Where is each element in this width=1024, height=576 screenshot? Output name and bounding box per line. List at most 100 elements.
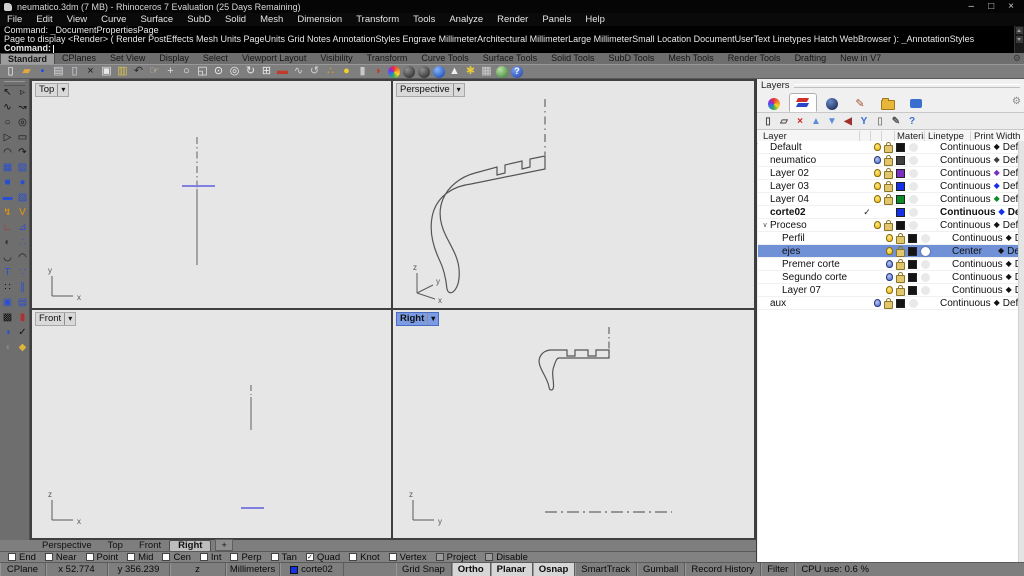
shaded-display-icon[interactable]: ▬ <box>276 65 289 78</box>
checkbox-int[interactable] <box>199 553 208 561</box>
layer-linetype[interactable]: Continuous <box>949 233 1003 244</box>
lock-icon[interactable] <box>883 297 894 309</box>
surface-corner-icon[interactable]: ▧ <box>17 162 28 173</box>
new-layer-icon[interactable]: ▯ <box>762 115 774 127</box>
material-swatch[interactable] <box>919 285 949 295</box>
ribbon-tab-cplanes[interactable]: CPlanes <box>55 53 103 64</box>
menu-surface[interactable]: Surface <box>133 13 180 26</box>
material-swatch[interactable] <box>907 207 937 217</box>
checkbox-end[interactable] <box>8 553 16 561</box>
layer-linetype[interactable]: Continuous <box>937 155 991 166</box>
viewport-tab-top[interactable]: Top <box>100 540 131 551</box>
layer-print-width[interactable]: ◆Default <box>1003 233 1019 244</box>
select-menu-icon[interactable]: ▹ <box>17 87 28 98</box>
panel-tab-paint[interactable]: ✎ <box>847 95 873 112</box>
layer-row-ejes[interactable]: ejes Center◆Default <box>758 245 1019 258</box>
ribbon-tab-new-in-v7[interactable]: New in V7 <box>833 53 888 64</box>
lock-icon[interactable] <box>883 180 894 192</box>
checkbox-point[interactable] <box>85 553 94 561</box>
add-viewport-tab-button[interactable]: + <box>215 539 233 551</box>
layer-page-icon[interactable]: ▯ <box>874 115 886 127</box>
render-wheel-icon[interactable] <box>388 65 400 78</box>
viewport-menu-icon[interactable]: ▾ <box>427 313 435 325</box>
osnap-tan[interactable]: Tan <box>270 552 297 563</box>
close-button[interactable]: × <box>1008 0 1014 13</box>
menu-subd[interactable]: SubD <box>180 13 218 26</box>
open-file-icon[interactable]: ▰ <box>20 65 33 78</box>
layer-linetype[interactable]: Continuous <box>937 220 991 231</box>
checkbox-mid[interactable] <box>127 553 136 561</box>
viewport-right[interactable]: z y Right ▾ <box>393 310 754 538</box>
tire-profile-curve[interactable] <box>538 349 610 391</box>
layer-color-swatch[interactable] <box>894 194 907 204</box>
checkbox-perp[interactable] <box>230 553 239 561</box>
panel-tab-materials[interactable] <box>819 95 845 112</box>
command-scrollbar[interactable] <box>1014 26 1024 53</box>
grid-points-icon[interactable]: ▩ <box>2 312 13 323</box>
menu-solid[interactable]: Solid <box>218 13 253 26</box>
menu-panels[interactable]: Panels <box>535 13 578 26</box>
ribbon-tab-visibility[interactable]: Visibility <box>313 53 359 64</box>
layer-row-perfil[interactable]: Perfil Continuous◆Default <box>758 232 1019 245</box>
menu-file[interactable]: File <box>0 13 29 26</box>
checkbox-tan[interactable] <box>270 553 279 561</box>
visibility-bulb-icon[interactable] <box>872 143 883 151</box>
ribbon-tab-solid-tools[interactable]: Solid Tools <box>544 53 601 64</box>
curve-sketch-icon[interactable]: ↝ <box>17 102 28 113</box>
visibility-bulb-icon[interactable] <box>884 260 895 268</box>
status-cplane[interactable]: CPlane <box>0 563 46 576</box>
layer-color-swatch[interactable] <box>894 298 907 308</box>
ribbon-tab-transform[interactable]: Transform <box>360 53 415 64</box>
layers-scrollbar[interactable] <box>1018 141 1024 562</box>
lock-icon[interactable] <box>895 271 906 283</box>
panel-tab-notes[interactable] <box>903 95 929 112</box>
material-swatch[interactable] <box>907 194 937 204</box>
layer-linetype[interactable]: Continuous <box>937 298 991 309</box>
cylinder-icon[interactable]: ▬ <box>2 192 13 203</box>
toggle-smarttrack[interactable]: SmartTrack <box>575 563 637 576</box>
move-down-icon[interactable]: ▼ <box>826 115 838 127</box>
layer-color-swatch[interactable] <box>906 246 919 256</box>
copy-icon[interactable]: ▣ <box>100 65 113 78</box>
array-linear-icon[interactable]: ∥ <box>17 282 28 293</box>
scroll-up-icon[interactable] <box>1016 27 1023 34</box>
layer-row-aux[interactable]: aux Continuous◆Default <box>758 297 1019 310</box>
paste-icon[interactable]: ▥ <box>116 65 129 78</box>
ribbon-tab-surface-tools[interactable]: Surface Tools <box>476 53 544 64</box>
layer-color-swatch[interactable] <box>894 155 907 165</box>
menu-dimension[interactable]: Dimension <box>290 13 349 26</box>
mesh-tools-icon[interactable]: ◖ <box>2 342 13 353</box>
pipe-icon[interactable]: ▮ <box>17 312 28 323</box>
ribbon-tab-select[interactable]: Select <box>196 53 235 64</box>
zoom-dynamic-icon[interactable]: ○ <box>180 65 193 78</box>
layer-color-swatch[interactable] <box>906 233 919 243</box>
toggle-planar[interactable]: Planar <box>490 563 533 576</box>
box-edit-icon[interactable]: ▦ <box>480 65 493 78</box>
layer-print-width[interactable]: ◆Default <box>991 298 1019 309</box>
viewport-label-top[interactable]: Top ▾ <box>35 83 70 97</box>
panel-tab-libraries[interactable] <box>875 95 901 112</box>
layer-linetype[interactable]: Continuous <box>949 259 1003 270</box>
toggle-filter[interactable]: Filter <box>761 563 796 576</box>
visibility-bulb-icon[interactable] <box>884 286 895 294</box>
status-units[interactable]: Millimeters <box>226 563 280 576</box>
rotate-view-icon[interactable]: ↻ <box>244 65 257 78</box>
filter-back-icon[interactable]: ◀ <box>842 115 854 127</box>
viewport-menu-icon[interactable]: ▾ <box>452 84 461 96</box>
filter-icon[interactable]: Y <box>858 115 870 127</box>
explode-icon[interactable]: ↯ <box>2 207 13 218</box>
layer-help-icon[interactable]: ? <box>906 115 918 127</box>
ribbon-tab-display[interactable]: Display <box>152 53 196 64</box>
select-icon[interactable]: ↖ <box>2 87 13 98</box>
layer-linetype[interactable]: Continuous <box>937 168 991 179</box>
osnap-near[interactable]: Near <box>44 552 77 563</box>
shade-mode-icon[interactable]: ◗ <box>372 65 385 78</box>
lock-icon[interactable] <box>895 245 906 257</box>
drafting-tools-icon[interactable]: ◑ <box>2 327 13 338</box>
visibility-bulb-icon[interactable] <box>872 299 883 307</box>
tire-profile-curve[interactable] <box>430 155 546 294</box>
lock-icon[interactable] <box>883 141 894 153</box>
move-up-icon[interactable]: ▲ <box>810 115 822 127</box>
material-swatch[interactable] <box>919 272 949 282</box>
layer-print-width[interactable]: ◆Default <box>991 220 1019 231</box>
